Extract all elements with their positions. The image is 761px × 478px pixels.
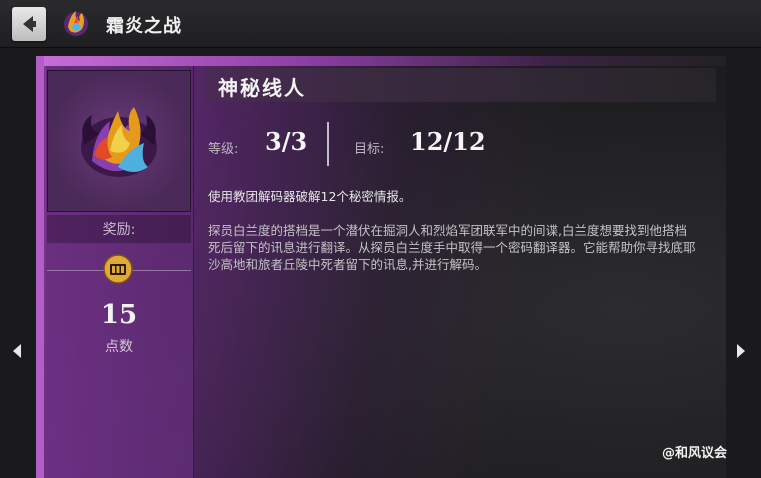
achievement-emblem-icon bbox=[81, 107, 157, 177]
back-arrow-icon bbox=[23, 16, 36, 32]
reward-label: 奖励: bbox=[102, 222, 136, 238]
flame-emblem-icon bbox=[64, 11, 88, 36]
target-value: 12/12 bbox=[410, 127, 486, 156]
reward-points-unit: 点数 bbox=[105, 339, 133, 355]
watermark: @和风议会 bbox=[662, 446, 728, 461]
mission-description: 探员白兰度的搭档是一个潜伏在掘洞人和烈焰军团联军中的间谍,白兰度想要找到他搭档死… bbox=[208, 223, 696, 272]
back-button[interactable] bbox=[12, 7, 46, 41]
top-bar: 霜炎之战 bbox=[0, 0, 761, 48]
arrow-left-icon[interactable] bbox=[10, 342, 24, 360]
level-value: 3/3 bbox=[265, 127, 308, 156]
stat-divider bbox=[327, 122, 329, 166]
arrow-right-icon[interactable] bbox=[734, 342, 748, 360]
reward-label-bar: 奖励: bbox=[47, 215, 191, 243]
panel-left-brushstroke bbox=[36, 56, 44, 478]
target-label: 目标: bbox=[354, 142, 385, 157]
panel-top-brushstroke bbox=[36, 56, 726, 66]
reward-points: 15 bbox=[100, 300, 138, 330]
level-label: 等级: bbox=[208, 142, 239, 157]
achievement-chest-icon bbox=[103, 254, 133, 284]
mission-title: 神秘线人 bbox=[218, 76, 306, 100]
window-title: 霜炎之战 bbox=[106, 16, 182, 37]
mission-summary: 使用教团解码器破解12个秘密情报。 bbox=[208, 189, 412, 204]
mission-title-bar: 神秘线人 bbox=[206, 68, 716, 102]
achievement-icon-box bbox=[47, 70, 191, 212]
